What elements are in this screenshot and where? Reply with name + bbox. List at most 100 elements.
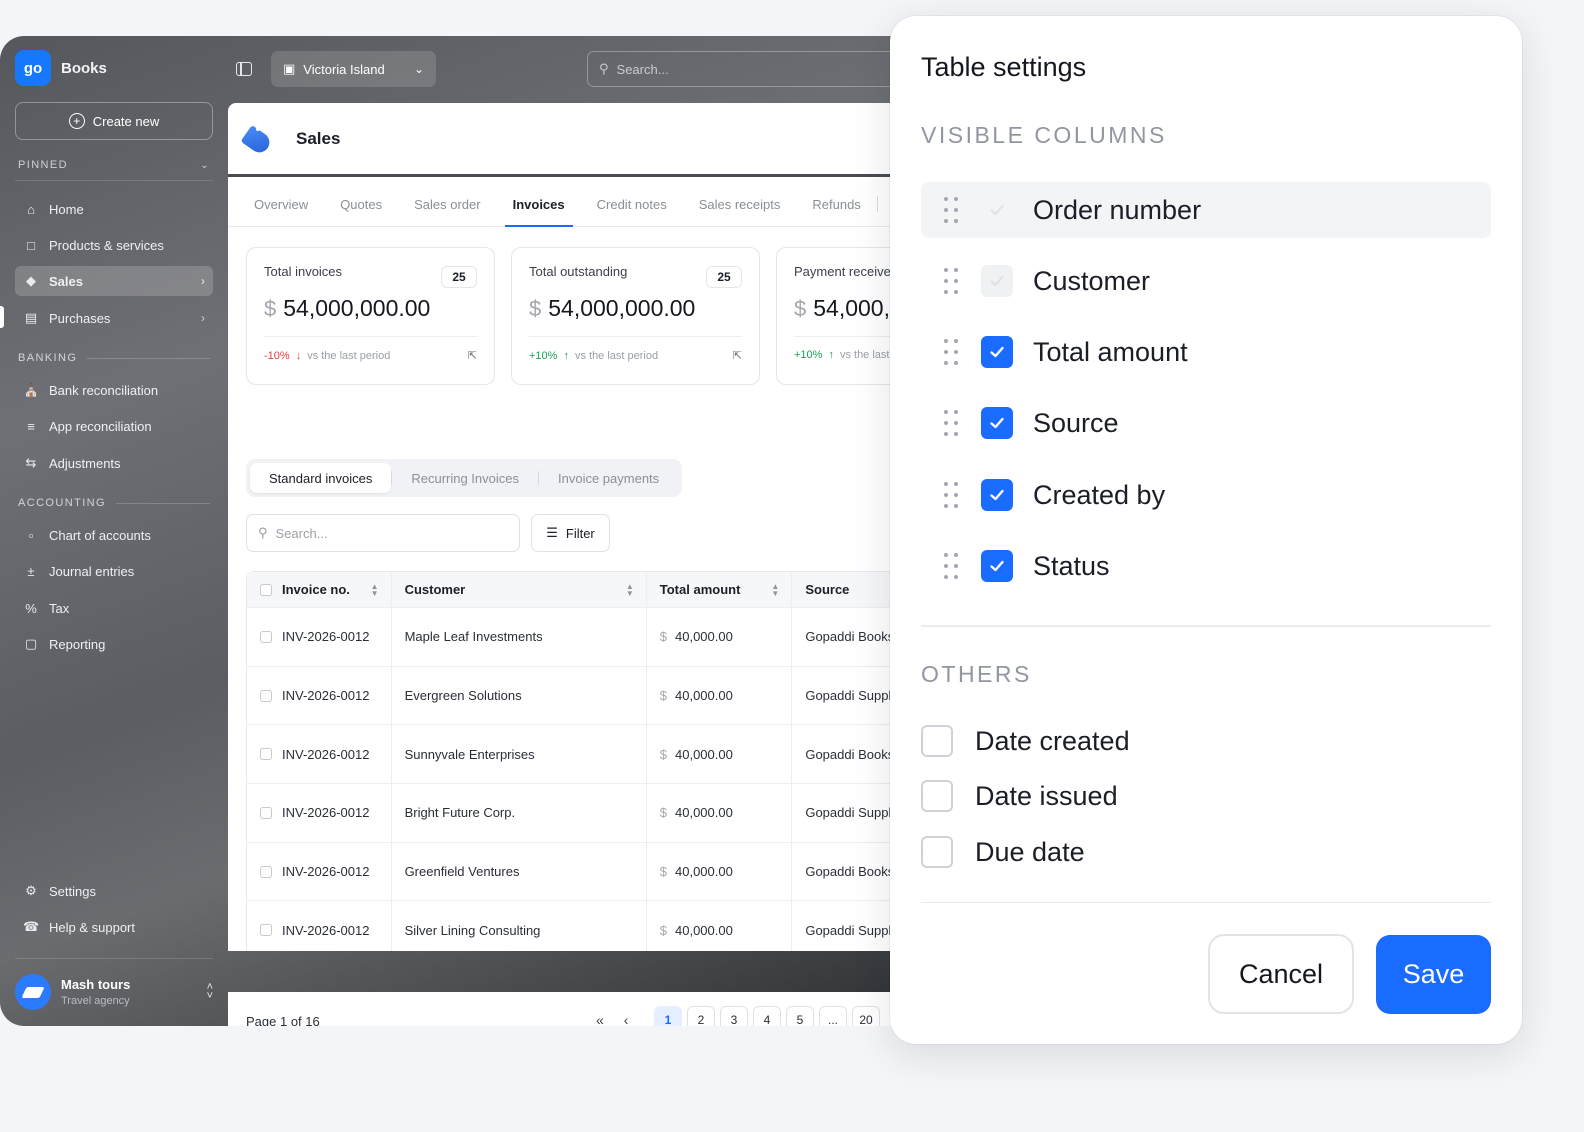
invoice-number[interactable]: INV-2026-0012 <box>282 629 369 644</box>
page-button[interactable]: 1 <box>654 1006 682 1026</box>
drag-handle-icon[interactable] <box>921 553 981 579</box>
expand-icon[interactable]: ⇱ <box>468 349 477 362</box>
sidebar-item-purchases[interactable]: ▤ Purchases › <box>15 303 213 333</box>
sidebar-item-journal-entries[interactable]: ± Journal entries <box>15 556 213 586</box>
sidebar-item-tax[interactable]: % Tax <box>15 593 213 623</box>
row-checkbox[interactable] <box>260 806 272 819</box>
column-checkbox[interactable] <box>921 836 953 868</box>
select-all-checkbox[interactable] <box>260 583 272 596</box>
count-badge: 25 <box>441 266 477 288</box>
column-option[interactable]: Source <box>921 395 1491 451</box>
row-checkbox[interactable] <box>260 748 272 761</box>
first-page-icon[interactable]: « <box>596 1012 604 1026</box>
invoice-number[interactable]: INV-2026-0012 <box>282 923 369 938</box>
subtab-invoice-payments[interactable]: Invoice payments <box>539 463 678 493</box>
row-checkbox[interactable] <box>260 630 272 643</box>
subtab-standard-invoices[interactable]: Standard invoices <box>250 463 392 493</box>
cancel-button[interactable]: Cancel <box>1208 934 1354 1014</box>
sidebar-item-reporting[interactable]: ▢ Reporting <box>15 629 213 659</box>
subtab-recurring-invoices[interactable]: Recurring Invoices <box>392 463 538 493</box>
column-header-source[interactable]: Source <box>792 572 900 607</box>
table-row[interactable]: INV-2026-0012 Silver Lining Consulting $40… <box>247 900 900 951</box>
column-option[interactable]: Order number <box>921 182 1491 238</box>
table-row[interactable]: INV-2026-0012 Bright Future Corp. $40,000.… <box>247 783 900 842</box>
sidebar-item-adjustments[interactable]: ⇆ Adjustments <box>15 448 213 478</box>
sidebar-item-app-reconciliation[interactable]: ≡ App reconciliation <box>15 411 213 441</box>
tab-overview[interactable]: Overview <box>238 197 324 226</box>
page-button[interactable]: 5 <box>786 1006 814 1026</box>
row-checkbox[interactable] <box>260 865 272 878</box>
drag-handle-icon[interactable] <box>921 268 981 294</box>
table-row[interactable]: INV-2026-0012 Evergreen Solutions $40,000.… <box>247 665 900 725</box>
column-checkbox[interactable] <box>981 479 1013 511</box>
table-row[interactable]: INV-2026-0012 Sunnyvale Enterprises $40,00… <box>247 724 900 784</box>
tab-sales-order[interactable]: Sales order <box>398 197 496 226</box>
create-new-button[interactable]: + Create new <box>15 102 213 140</box>
tag-icon: ◆ <box>26 273 36 288</box>
sidebar-item-sales[interactable]: ◆ Sales › <box>15 266 213 296</box>
sort-icon[interactable]: ▲ ▼ <box>371 582 379 597</box>
sidebar-item-settings[interactable]: ⚙ Settings <box>15 876 213 906</box>
sidebar-item-home[interactable]: ⌂ Home <box>15 194 213 224</box>
global-search-input[interactable]: ⚲ Search... <box>587 51 900 87</box>
brand[interactable]: go Books <box>15 50 107 86</box>
cell-source: Gopaddi Suppl <box>805 688 892 704</box>
column-option[interactable]: Status <box>921 538 1491 594</box>
drag-handle-icon[interactable] <box>921 339 981 365</box>
invoice-number[interactable]: INV-2026-0012 <box>282 747 369 762</box>
tab-sales-receipts[interactable]: Sales receipts <box>683 197 797 226</box>
row-checkbox[interactable] <box>260 924 272 937</box>
divider <box>921 625 1491 627</box>
tab-refunds[interactable]: Refunds <box>796 197 876 226</box>
row-checkbox[interactable] <box>260 689 272 702</box>
plus-circle-icon: + <box>68 113 85 129</box>
filter-button[interactable]: ☰ Filter <box>531 514 610 552</box>
invoice-number[interactable]: INV-2026-0012 <box>282 805 369 820</box>
table-row[interactable]: INV-2026-0012 Greenfield Ventures $40,000.… <box>247 841 900 901</box>
sidebar-item-help[interactable]: ☎ Help & support <box>15 912 213 942</box>
save-button[interactable]: Save <box>1376 935 1491 1014</box>
tab-quotes[interactable]: Quotes <box>324 197 398 226</box>
column-option[interactable]: Total amount <box>921 324 1491 380</box>
other-column-option[interactable]: Date issued <box>921 780 1118 812</box>
sort-icon[interactable]: ▲ ▼ <box>771 582 779 597</box>
column-header-invoice[interactable]: Invoice no. ▲ ▼ <box>247 572 392 607</box>
page-button[interactable]: ... <box>819 1006 847 1026</box>
other-column-option[interactable]: Due date <box>921 836 1085 868</box>
other-column-option[interactable]: Date created <box>921 725 1130 757</box>
drag-handle-icon[interactable] <box>921 410 981 436</box>
page-button[interactable]: 4 <box>753 1006 781 1026</box>
tab-invoices[interactable]: Invoices <box>497 197 581 227</box>
sidebar-toggle-icon[interactable] <box>236 62 252 76</box>
invoice-number[interactable]: INV-2026-0012 <box>282 864 369 879</box>
user-switcher[interactable]: Mash tours Travel agency ˄ ˅ <box>15 974 213 1010</box>
drag-handle-icon[interactable] <box>921 197 981 223</box>
sort-icon[interactable]: ▲ ▼ <box>626 582 634 597</box>
column-checkbox[interactable] <box>921 780 953 812</box>
column-option[interactable]: Created by <box>921 467 1491 523</box>
expand-icon[interactable]: ⇱ <box>733 349 742 362</box>
create-new-label: Create new <box>92 113 160 129</box>
page-button[interactable]: 20 <box>852 1006 880 1026</box>
page-button[interactable]: 2 <box>687 1006 715 1026</box>
drag-handle-icon[interactable] <box>921 482 981 508</box>
prev-page-icon[interactable]: ‹ <box>624 1012 629 1026</box>
main-content: Sales Overview Quotes Sales order Invoic… <box>228 103 900 951</box>
table-row[interactable]: INV-2026-0012 Maple Leaf Investments $40,0… <box>247 607 900 666</box>
sidebar-item-bank-reconciliation[interactable]: ⛪ Bank reconciliation <box>15 375 213 405</box>
column-checkbox[interactable] <box>921 725 953 757</box>
section-pinned[interactable]: PINNED ⌄ <box>18 159 210 171</box>
column-checkbox[interactable] <box>981 407 1013 439</box>
tab-credit-notes[interactable]: Credit notes <box>581 197 683 226</box>
invoice-number[interactable]: INV-2026-0012 <box>282 688 369 703</box>
column-checkbox[interactable] <box>981 550 1013 582</box>
column-checkbox[interactable] <box>981 336 1013 368</box>
table-search-input[interactable]: ⚲ Search... <box>246 514 520 552</box>
location-select[interactable]: ▣ Victoria Island ⌄ <box>271 51 436 87</box>
column-header-total[interactable]: Total amount ▲ ▼ <box>647 572 793 607</box>
column-option[interactable]: Customer <box>921 253 1491 309</box>
sidebar-item-chart-of-accounts[interactable]: ▫ Chart of accounts <box>15 520 213 550</box>
sidebar-item-products[interactable]: □ Products & services <box>15 230 213 260</box>
column-header-customer[interactable]: Customer ▲ ▼ <box>392 572 647 607</box>
page-button[interactable]: 3 <box>720 1006 748 1026</box>
